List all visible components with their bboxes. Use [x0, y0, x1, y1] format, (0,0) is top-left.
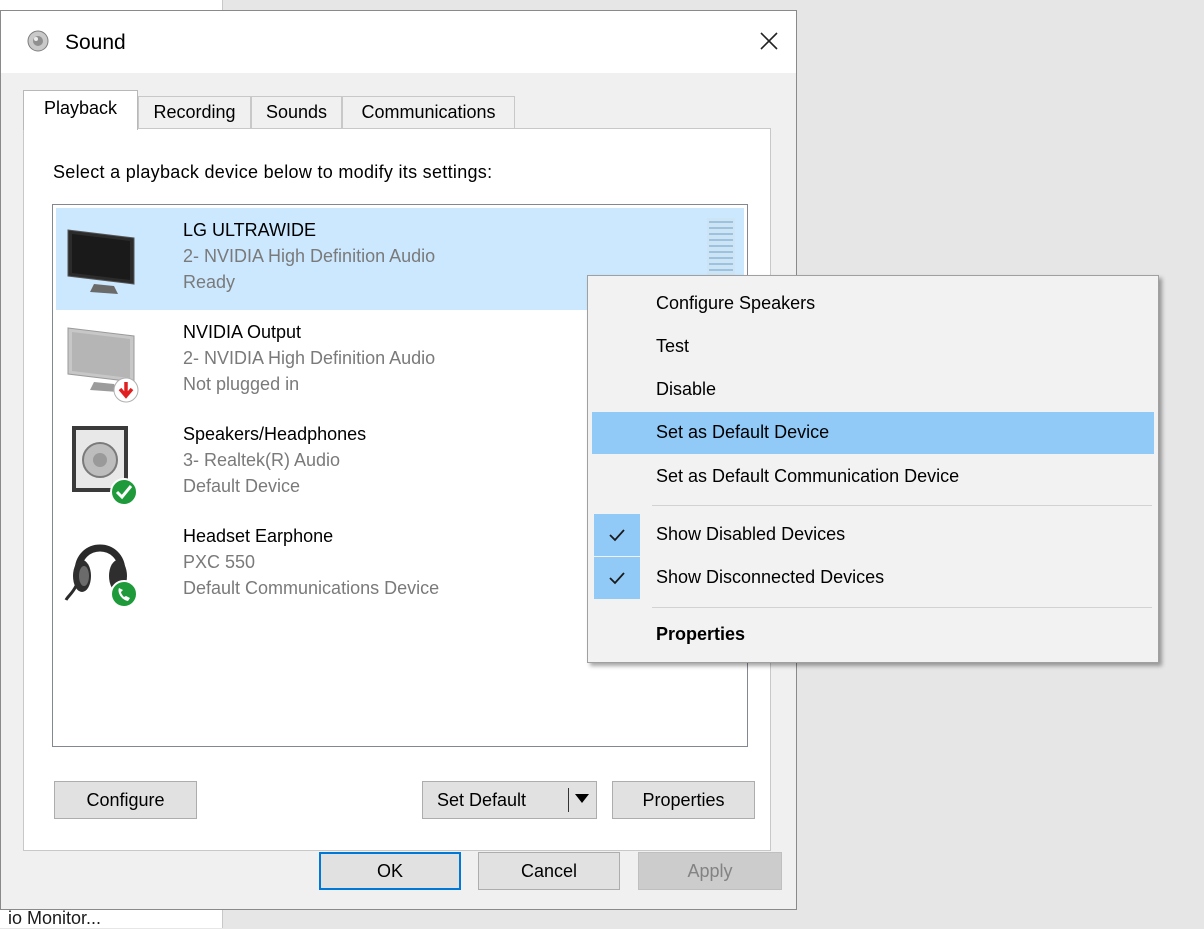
- menu-item-disable[interactable]: Disable: [592, 369, 1154, 411]
- properties-button[interactable]: Properties: [612, 781, 755, 819]
- window-title: Sound: [65, 31, 126, 54]
- speaker-default-icon: [72, 426, 138, 506]
- split-separator: [568, 788, 569, 812]
- device-driver: 3- Realtek(R) Audio: [183, 450, 341, 470]
- device-driver: PXC 550: [183, 552, 256, 572]
- device-status: Ready: [183, 272, 236, 292]
- device-status: Default Device: [183, 476, 301, 496]
- monitor-disconnected-icon: [67, 327, 139, 403]
- headset-communications-icon: [64, 544, 138, 608]
- menu-item-label: Test: [656, 336, 690, 356]
- menu-separator: [652, 505, 1152, 506]
- menu-item-show-disconnected-devices[interactable]: Show Disconnected Devices: [592, 557, 1154, 599]
- menu-item-label: Set as Default Device: [656, 422, 830, 442]
- cancel-button[interactable]: Cancel: [478, 852, 620, 890]
- device-name: Headset Earphone: [183, 526, 334, 546]
- menu-item-label: Configure Speakers: [656, 293, 816, 313]
- background-partial-text: io Monitor...: [8, 908, 102, 928]
- close-button[interactable]: [749, 21, 789, 61]
- device-driver: 2- NVIDIA High Definition Audio: [183, 348, 436, 368]
- set-default-split-button[interactable]: Set Default: [422, 781, 597, 819]
- ok-button[interactable]: OK: [319, 852, 461, 890]
- device-status: Default Communications Device: [183, 578, 440, 598]
- instruction-text: Select a playback device below to modify…: [53, 162, 493, 182]
- device-name: NVIDIA Output: [183, 322, 302, 342]
- tab-communications[interactable]: Communications: [342, 96, 515, 128]
- device-context-menu: Configure Speakers Test Disable Set as D…: [587, 275, 1159, 663]
- apply-button[interactable]: Apply: [638, 852, 782, 890]
- configure-button[interactable]: Configure: [54, 781, 197, 819]
- title-bar: Sound: [1, 11, 796, 73]
- menu-item-label: Properties: [656, 624, 746, 644]
- device-name: LG ULTRAWIDE: [183, 220, 317, 240]
- menu-item-label: Show Disabled Devices: [656, 524, 846, 544]
- menu-item-show-disabled-devices[interactable]: Show Disabled Devices: [592, 514, 1154, 556]
- device-name: Speakers/Headphones: [183, 424, 367, 444]
- menu-item-label: Show Disconnected Devices: [656, 567, 885, 587]
- device-driver: 2- NVIDIA High Definition Audio: [183, 246, 436, 266]
- menu-item-set-as-default-communication-device[interactable]: Set as Default Communication Device: [592, 456, 1154, 498]
- checkmark-icon: [594, 557, 640, 599]
- menu-item-properties[interactable]: Properties: [592, 614, 1154, 656]
- dropdown-arrow-icon[interactable]: [575, 794, 589, 803]
- set-default-label: Set Default: [437, 789, 527, 810]
- checkmark-icon: [594, 514, 640, 556]
- menu-item-label: Set as Default Communication Device: [656, 466, 960, 486]
- menu-item-test[interactable]: Test: [592, 326, 1154, 368]
- device-status: Not plugged in: [183, 374, 300, 394]
- menu-item-set-as-default-device[interactable]: Set as Default Device: [592, 412, 1154, 454]
- speaker-icon: [27, 30, 49, 52]
- menu-item-configure-speakers[interactable]: Configure Speakers: [592, 283, 1154, 325]
- tab-sounds[interactable]: Sounds: [251, 96, 342, 128]
- tab-recording[interactable]: Recording: [138, 96, 251, 128]
- menu-separator: [652, 607, 1152, 608]
- tab-playback[interactable]: Playback: [23, 90, 138, 130]
- menu-item-label: Disable: [656, 379, 717, 399]
- close-icon: [760, 32, 778, 50]
- monitor-icon: [67, 229, 135, 294]
